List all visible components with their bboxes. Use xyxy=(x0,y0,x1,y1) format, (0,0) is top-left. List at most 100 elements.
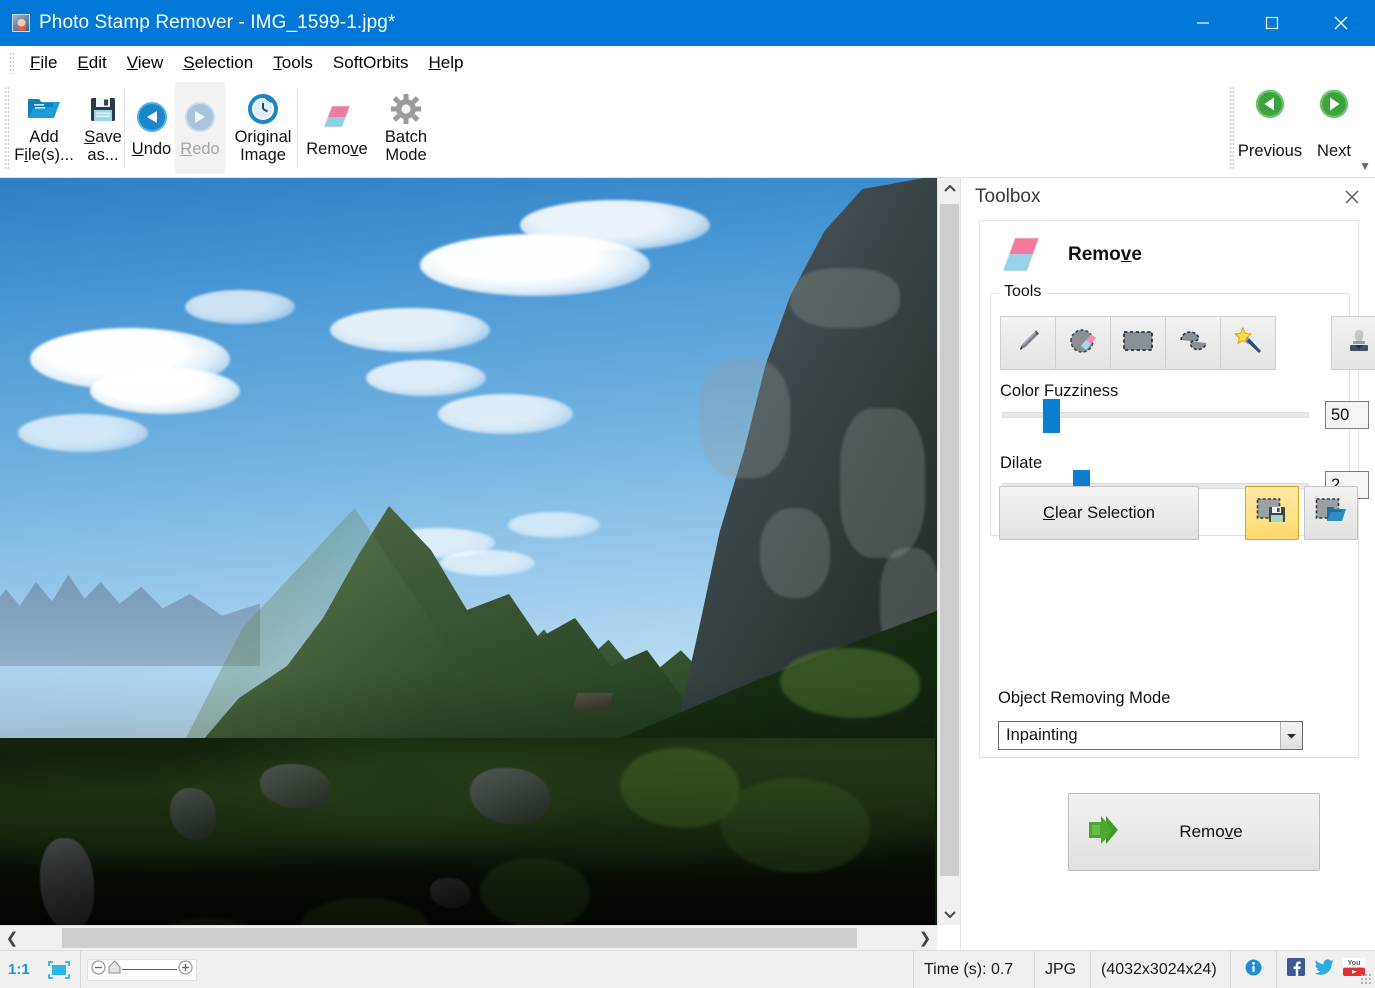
remove-toolbar-button[interactable]: Remove xyxy=(301,82,373,174)
menu-view-mnemonic: V xyxy=(127,53,138,72)
toolbox-header: Toolbox xyxy=(961,178,1375,216)
nav-separator xyxy=(1229,86,1234,170)
lasso-icon xyxy=(1177,328,1209,359)
status-spacer xyxy=(203,951,913,988)
horizontal-scroll-thumb[interactable] xyxy=(62,928,857,948)
fit-to-screen-button[interactable] xyxy=(38,951,81,988)
object-removing-mode-value: Inpainting xyxy=(999,726,1078,745)
scroll-down-button[interactable] xyxy=(938,904,961,925)
load-selection-icon xyxy=(1315,497,1347,530)
menu-tools-label: ools xyxy=(282,53,313,72)
load-selection-button[interactable] xyxy=(1304,486,1358,540)
next-button[interactable]: Next xyxy=(1302,82,1366,162)
clock-history-icon xyxy=(247,91,279,127)
zoom-slider-track[interactable] xyxy=(122,969,177,970)
save-selection-button[interactable] xyxy=(1245,486,1299,540)
photo-stamp-remover-window: Photo Stamp Remover - IMG_1599-1.jpg* Fi… xyxy=(0,0,1375,988)
zoom-ratio-label[interactable]: 1:1 xyxy=(0,961,38,978)
menu-bar: File Edit View Selection Tools SoftOrbit… xyxy=(0,46,1375,80)
previous-arrow-icon xyxy=(1255,89,1285,124)
remove-action-button[interactable]: Remove xyxy=(1068,793,1320,871)
menu-edit[interactable]: Edit xyxy=(67,50,116,76)
menu-help-label: elp xyxy=(441,53,464,72)
color-fuzziness-value[interactable]: 50 xyxy=(1325,401,1369,429)
scroll-left-button[interactable]: ❮ xyxy=(0,926,24,950)
next-label: Next xyxy=(1317,142,1351,161)
zoom-slider-handle[interactable] xyxy=(108,960,121,979)
menu-selection-label: election xyxy=(195,53,254,72)
add-files-label: Add File(s)... xyxy=(14,129,74,164)
remove-section-header: Remove xyxy=(980,221,1358,275)
magic-wand-tool-button[interactable] xyxy=(1220,316,1276,370)
zoom-slider[interactable] xyxy=(87,959,197,981)
navigation-group: Previous Next xyxy=(1238,82,1366,162)
redo-label: Redo xyxy=(180,141,219,159)
toolbox-title: Toolbox xyxy=(975,186,1041,208)
original-image-button[interactable]: OriginalImage xyxy=(225,82,301,174)
batch-mode-label: BatchMode xyxy=(385,129,427,164)
redo-button[interactable]: Redo xyxy=(175,82,225,174)
title-bar: Photo Stamp Remover - IMG_1599-1.jpg* xyxy=(0,0,1375,46)
zoom-out-icon[interactable] xyxy=(91,960,106,980)
menu-edit-label: dit xyxy=(89,53,107,72)
next-arrow-icon xyxy=(1319,89,1349,124)
color-fuzziness-thumb[interactable] xyxy=(1043,399,1060,433)
clear-selection-label: Clear Selection xyxy=(1043,504,1155,523)
vertical-scroll-thumb[interactable] xyxy=(940,204,959,876)
object-removing-mode-label: Object Removing Mode xyxy=(998,689,1170,708)
minimize-button[interactable] xyxy=(1168,0,1237,46)
app-photo-icon xyxy=(12,14,30,32)
fit-to-screen-icon xyxy=(47,960,71,980)
batch-mode-button[interactable]: BatchMode xyxy=(373,82,439,174)
menu-softorbits-label: SoftOrbits xyxy=(333,53,409,72)
menu-view[interactable]: View xyxy=(117,50,174,76)
green-double-arrow-icon xyxy=(1087,813,1131,852)
close-button[interactable] xyxy=(1306,0,1375,46)
info-button[interactable] xyxy=(1231,951,1277,988)
window-resize-grip[interactable] xyxy=(1360,973,1373,986)
menu-view-label: iew xyxy=(138,53,164,72)
lasso-select-tool-button[interactable] xyxy=(1165,316,1221,370)
pencil-icon xyxy=(1013,326,1043,361)
dilate-label: Dilate xyxy=(1000,454,1042,473)
svg-text:You: You xyxy=(1348,960,1361,967)
rectangle-select-tool-button[interactable] xyxy=(1110,316,1166,370)
zoom-in-icon[interactable] xyxy=(178,960,193,980)
menu-grip xyxy=(9,52,14,74)
menu-file[interactable]: File xyxy=(20,50,67,76)
color-fuzziness-slider[interactable] xyxy=(1002,412,1309,418)
canvas-vertical-scrollbar[interactable] xyxy=(937,178,960,925)
previous-button[interactable]: Previous xyxy=(1238,82,1302,162)
maximize-button[interactable] xyxy=(1237,0,1306,46)
menu-tools[interactable]: Tools xyxy=(263,50,323,76)
clone-stamp-tool-button[interactable] xyxy=(1331,316,1375,370)
twitter-icon[interactable] xyxy=(1314,959,1334,981)
zoom-slider-cell xyxy=(81,951,203,988)
redo-arrow-icon xyxy=(184,99,216,135)
add-files-button[interactable]: Add File(s)... xyxy=(14,82,74,174)
magic-wand-icon xyxy=(1232,326,1264,361)
menu-file-mnemonic: F xyxy=(30,53,40,72)
facebook-icon[interactable] xyxy=(1287,958,1305,981)
scroll-right-button[interactable]: ❯ xyxy=(913,926,937,950)
menu-tools-mnemonic: T xyxy=(273,53,282,72)
undo-button[interactable]: Undo xyxy=(128,82,175,174)
toolbox-close-icon[interactable] xyxy=(1339,184,1365,210)
canvas-horizontal-scrollbar[interactable]: ❮ ❯ xyxy=(0,925,937,950)
menu-selection[interactable]: Selection xyxy=(173,50,263,76)
chevron-down-icon[interactable] xyxy=(1280,722,1302,749)
tools-group: Tools xyxy=(990,293,1350,536)
window-controls xyxy=(1168,0,1375,46)
menu-softorbits[interactable]: SoftOrbits xyxy=(323,50,419,76)
pencil-tool-button[interactable] xyxy=(1000,316,1056,370)
eraser-tool-button[interactable] xyxy=(1055,316,1111,370)
menu-selection-mnemonic: S xyxy=(183,53,194,72)
object-removing-mode-select[interactable]: Inpainting xyxy=(998,721,1303,750)
menu-help[interactable]: Help xyxy=(419,50,474,76)
processing-time-label: Time (s): 0.7 xyxy=(913,951,1035,988)
rectangle-select-icon xyxy=(1122,329,1154,358)
image-canvas[interactable] xyxy=(0,178,937,925)
scroll-up-button[interactable] xyxy=(938,178,961,199)
remove-section-label: Remove xyxy=(1068,244,1142,266)
clear-selection-button[interactable]: Clear Selection xyxy=(999,486,1199,540)
